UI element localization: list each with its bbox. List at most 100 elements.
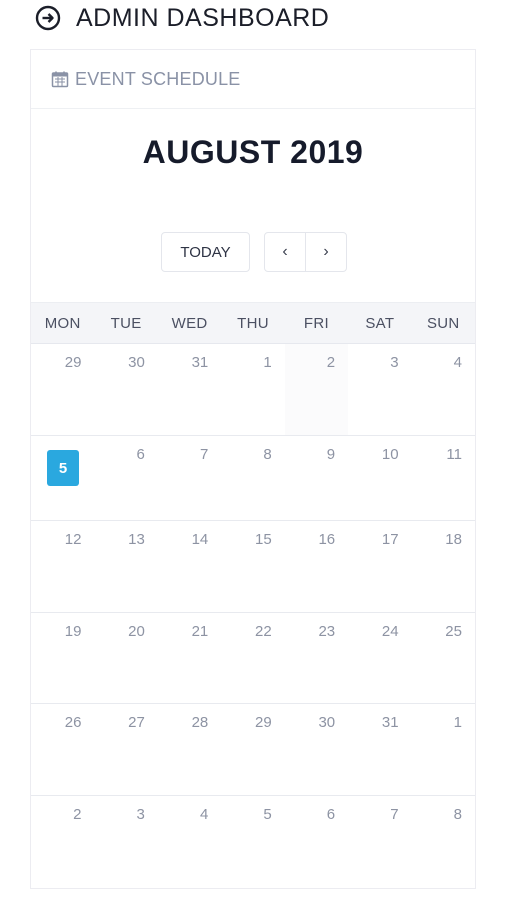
day-cell[interactable]: 29	[221, 704, 284, 795]
week-row: 5 6 7 8 9 10 11	[31, 436, 475, 521]
day-number: 13	[128, 531, 145, 548]
day-number: 7	[199, 446, 209, 463]
day-cell[interactable]: 2	[31, 796, 94, 892]
day-cell[interactable]: 12	[31, 521, 94, 612]
weekday-label: MON	[44, 314, 81, 332]
day-number: 29	[255, 714, 272, 731]
weekday-label: WED	[171, 314, 208, 332]
day-cell[interactable]: 6	[94, 436, 157, 520]
day-cell[interactable]: 24	[348, 613, 411, 703]
day-cell[interactable]: 31	[348, 704, 411, 795]
day-cell[interactable]: 3	[348, 344, 411, 435]
day-number: 26	[64, 714, 82, 731]
day-cell[interactable]: 7	[158, 436, 221, 520]
day-cell[interactable]: 30	[285, 704, 348, 795]
day-number: 17	[381, 531, 399, 548]
day-cell[interactable]: 20	[94, 613, 157, 703]
day-cell[interactable]: 5	[221, 796, 284, 892]
day-number: 31	[191, 354, 209, 371]
day-cell[interactable]: 22	[221, 613, 284, 703]
day-number: 3	[136, 806, 145, 823]
day-number: 9	[326, 446, 336, 463]
day-cell[interactable]: 25	[412, 613, 475, 703]
day-number: 29	[64, 354, 82, 371]
day-cell[interactable]: 15	[221, 521, 284, 612]
day-cell[interactable]: 28	[158, 704, 221, 795]
day-cell[interactable]: 18	[412, 521, 475, 612]
day-number: 6	[136, 446, 145, 463]
day-cell[interactable]: 8	[221, 436, 284, 520]
day-cell[interactable]: 8	[412, 796, 475, 892]
day-cell[interactable]: 6	[285, 796, 348, 892]
day-number: 16	[318, 531, 336, 548]
day-cell[interactable]: 11	[412, 436, 475, 520]
day-cell[interactable]: 30	[94, 344, 157, 435]
day-cell[interactable]: 19	[31, 613, 94, 703]
day-number: 5	[263, 806, 272, 823]
day-number: 31	[381, 714, 399, 731]
prev-month-button[interactable]: ‹	[265, 233, 305, 271]
week-row: 12 13 14 15 16 17 18	[31, 521, 475, 613]
month-nav-group: ‹ ›	[264, 232, 347, 272]
day-number: 22	[255, 623, 272, 640]
calendar-icon	[51, 70, 69, 88]
day-number: 8	[263, 446, 272, 463]
day-number: 23	[318, 623, 336, 640]
day-number: 1	[263, 354, 272, 371]
day-cell[interactable]: 4	[412, 344, 475, 435]
day-number: 27	[128, 714, 145, 731]
day-number: 30	[318, 714, 336, 731]
day-cell[interactable]: 10	[348, 436, 411, 520]
day-cell[interactable]: 27	[94, 704, 157, 795]
day-cell[interactable]: 4	[158, 796, 221, 892]
day-cell[interactable]: 26	[31, 704, 94, 795]
day-cell[interactable]: 1	[221, 344, 284, 435]
day-number: 3	[390, 354, 399, 371]
day-cell[interactable]: 14	[158, 521, 221, 612]
day-number: 24	[381, 623, 399, 640]
day-number: 15	[255, 531, 272, 548]
week-row: 2 3 4 5 6 7 8	[31, 796, 475, 892]
page-header: ADMIN DASHBOARD	[34, 0, 329, 36]
day-cell[interactable]: 3	[94, 796, 157, 892]
day-cell[interactable]: 2	[284, 344, 349, 435]
day-number: 8	[453, 806, 462, 823]
day-cell[interactable]: 31	[158, 344, 221, 435]
week-row: 26 27 28 29 30 31 1	[31, 704, 475, 796]
day-cell[interactable]: 17	[348, 521, 411, 612]
weekday-label: SUN	[426, 314, 460, 332]
day-cell[interactable]: 29	[31, 344, 94, 435]
calendar-grid: MON TUE WED THU FRI SAT SUN 29 30 31 1 2…	[31, 302, 475, 892]
day-cell[interactable]: 13	[94, 521, 157, 612]
day-number: 1	[453, 714, 462, 731]
week-row: 19 20 21 22 23 24 25	[31, 613, 475, 704]
weekday-label: TUE	[110, 314, 142, 332]
day-number: 25	[445, 623, 462, 640]
day-cell[interactable]: 1	[412, 704, 475, 795]
day-cell[interactable]: 21	[158, 613, 221, 703]
day-cell[interactable]: 23	[285, 613, 348, 703]
day-cell[interactable]: 16	[285, 521, 348, 612]
day-number: 6	[326, 806, 336, 823]
day-cell[interactable]: 9	[285, 436, 348, 520]
today-day-badge: 5	[47, 450, 79, 486]
card-title: EVENT SCHEDULE	[75, 68, 241, 89]
day-number: 14	[191, 531, 209, 548]
day-cell-today[interactable]: 5	[31, 436, 94, 520]
day-cell[interactable]: 7	[348, 796, 411, 892]
card-header: EVENT SCHEDULE	[31, 50, 475, 109]
day-number: 12	[64, 531, 82, 548]
weekday-label: THU	[237, 314, 269, 332]
month-title: AUGUST 2019	[142, 134, 364, 170]
day-number: 11	[446, 446, 462, 463]
day-number: 10	[381, 446, 399, 463]
next-month-button[interactable]: ›	[305, 233, 346, 271]
day-number: 4	[453, 354, 462, 371]
arrow-circle-right-icon[interactable]	[34, 4, 62, 32]
today-button[interactable]: TODAY	[161, 232, 250, 272]
day-number: 30	[128, 354, 145, 371]
weekday-header-row: MON TUE WED THU FRI SAT SUN	[31, 302, 475, 344]
week-row: 29 30 31 1 2 3 4	[31, 344, 475, 436]
day-number: 7	[390, 806, 399, 823]
day-number: 20	[128, 623, 145, 640]
